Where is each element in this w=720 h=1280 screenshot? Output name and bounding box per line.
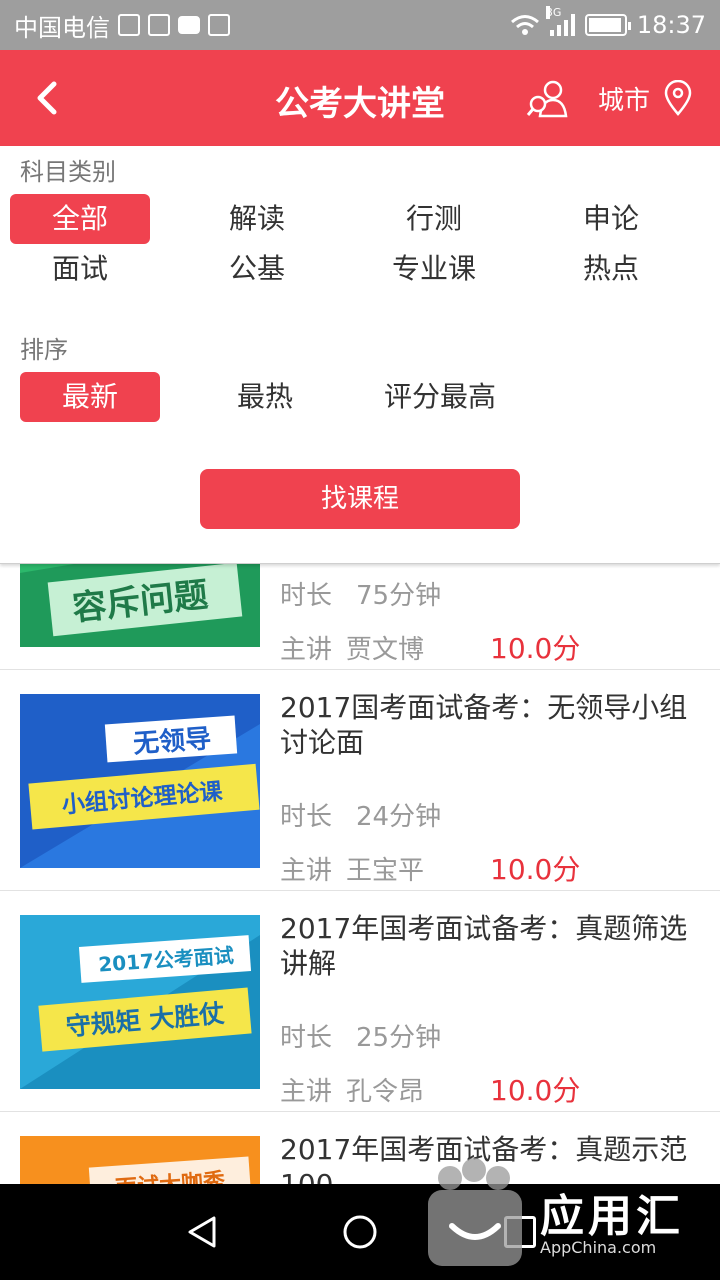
duration-label: 时长 bbox=[280, 802, 333, 832]
app-notification-icon bbox=[118, 14, 140, 36]
nav-back-icon[interactable] bbox=[184, 1214, 220, 1250]
sort-chip-top-rated[interactable]: 评分最高 bbox=[360, 372, 520, 422]
course-thumbnail: 面试大咖秀 bbox=[20, 1136, 260, 1184]
course-list: 容斥问题 时长 75分钟 主讲 贾文博 10.0分 无领导 小组讨论理论课 20… bbox=[0, 564, 720, 1184]
lecturer-name: 王宝平 bbox=[346, 856, 425, 886]
lecturer-name: 贾文博 bbox=[346, 635, 425, 665]
sort-chip-newest[interactable]: 最新 bbox=[20, 372, 160, 422]
find-course-button[interactable]: 找课程 bbox=[200, 469, 520, 529]
status-left: 中国电信 bbox=[14, 8, 230, 43]
battery-icon bbox=[584, 14, 631, 36]
sort-section-title: 排序 bbox=[20, 336, 68, 364]
course-thumbnail: 2017公考面试 守规矩 大胜仗 bbox=[20, 915, 260, 1089]
status-bar: 中国电信 3G 18:37 bbox=[0, 0, 720, 50]
subject-chip-major[interactable]: 专业课 bbox=[364, 244, 504, 294]
lecturer-label: 主讲 bbox=[280, 635, 333, 665]
course-score: 10.0分 bbox=[490, 853, 581, 886]
duration-label: 时长 bbox=[280, 1023, 333, 1053]
cell-signal-icon: 3G bbox=[545, 6, 575, 36]
subject-chip-interpret[interactable]: 解读 bbox=[187, 194, 327, 244]
watermark-site: AppChina.com bbox=[540, 1238, 657, 1257]
course-title: 2017国考面试备考：无领导小组讨论面 bbox=[280, 691, 688, 759]
course-item[interactable]: 2017公考面试 守规矩 大胜仗 2017年国考面试备考：真题筛选讲解 时长 2… bbox=[0, 891, 720, 1112]
nav-home-icon[interactable] bbox=[342, 1214, 378, 1250]
network-type: 3G bbox=[545, 6, 562, 19]
location-pin-icon[interactable] bbox=[664, 80, 692, 116]
course-score: 10.0分 bbox=[490, 1074, 581, 1107]
sort-chip-hottest[interactable]: 最热 bbox=[195, 372, 335, 422]
filter-panel: 科目类别 全部 解读 行测 申论 面试 公基 专业课 热点 排序 最新 最热 评… bbox=[0, 146, 720, 564]
keyboard-notification-icon bbox=[208, 14, 230, 36]
user-search-icon[interactable] bbox=[526, 78, 570, 118]
lecturer-label: 主讲 bbox=[280, 856, 333, 886]
message-notification-icon bbox=[178, 16, 200, 34]
thumbnail-text: 无领导 bbox=[132, 723, 212, 759]
carrier-name: 中国电信 bbox=[14, 13, 110, 42]
city-selector[interactable]: 城市 bbox=[598, 80, 650, 117]
wifi-icon bbox=[510, 15, 539, 35]
back-icon[interactable] bbox=[30, 80, 66, 116]
subject-chip-shenlun[interactable]: 申论 bbox=[541, 194, 681, 244]
course-title: 2017年国考面试备考：真题筛选讲解 bbox=[280, 912, 688, 980]
duration-value: 25分钟 bbox=[356, 1023, 442, 1053]
image-notification-icon bbox=[148, 14, 170, 36]
watermark-name: 应用汇 bbox=[540, 1191, 684, 1242]
subject-chip-hot[interactable]: 热点 bbox=[541, 244, 681, 294]
course-thumbnail: 容斥问题 bbox=[20, 564, 260, 647]
app-header: 公考大讲堂 城市 bbox=[0, 50, 720, 146]
course-thumbnail: 无领导 小组讨论理论课 bbox=[20, 694, 260, 868]
course-score: 10.0分 bbox=[490, 632, 581, 665]
battery-level bbox=[588, 18, 622, 32]
subject-section-title: 科目类别 bbox=[20, 158, 116, 186]
duration-value: 24分钟 bbox=[356, 802, 442, 832]
course-item[interactable]: 容斥问题 时长 75分钟 主讲 贾文博 10.0分 bbox=[0, 564, 720, 670]
subject-chip-all[interactable]: 全部 bbox=[10, 194, 150, 244]
lecturer-label: 主讲 bbox=[280, 1077, 333, 1107]
status-right: 3G 18:37 bbox=[510, 6, 706, 39]
duration-value: 75分钟 bbox=[356, 581, 442, 611]
appchina-logo-icon bbox=[428, 1158, 522, 1266]
lecturer-name: 孔令昂 bbox=[346, 1077, 425, 1107]
subject-chip-gongji[interactable]: 公基 bbox=[187, 244, 327, 294]
appchina-watermark: 应用汇 AppChina.com bbox=[410, 1140, 710, 1270]
duration-label: 时长 bbox=[280, 581, 333, 611]
course-item[interactable]: 无领导 小组讨论理论课 2017国考面试备考：无领导小组讨论面 时长 24分钟 … bbox=[0, 670, 720, 891]
clock: 18:37 bbox=[636, 11, 706, 39]
subject-chip-interview[interactable]: 面试 bbox=[10, 244, 150, 294]
subject-chip-xingce[interactable]: 行测 bbox=[364, 194, 504, 244]
